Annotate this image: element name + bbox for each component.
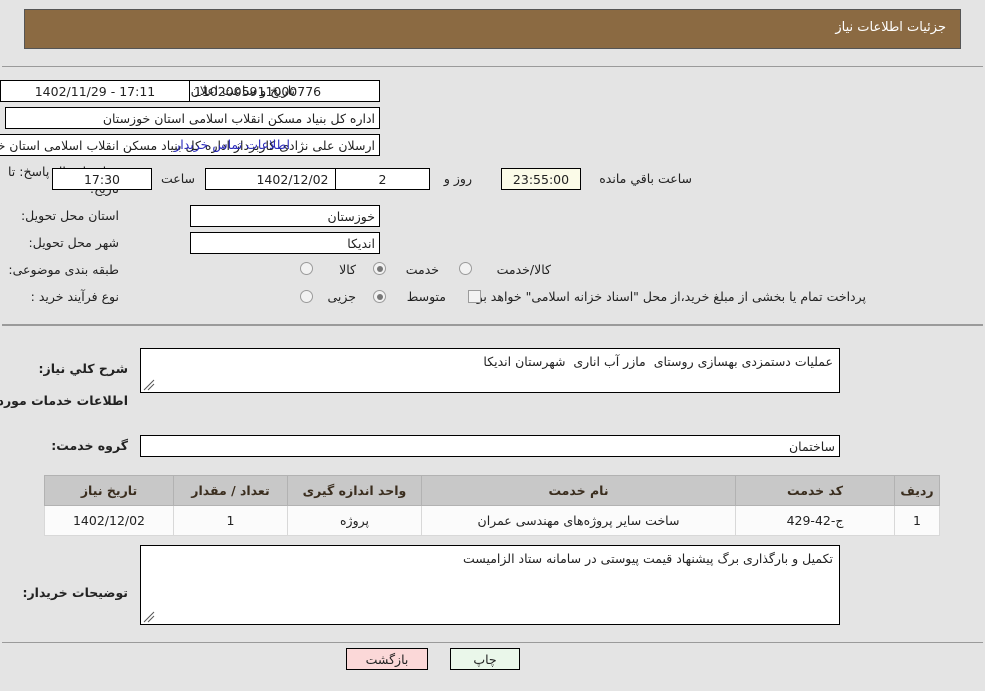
col-unit: واحد اندازه گیری — [287, 475, 422, 506]
radio-category-goods-label: کالا — [339, 262, 356, 277]
radio-category-goods[interactable] — [300, 262, 313, 275]
treasury-bonds-checkbox[interactable] — [468, 290, 481, 303]
cell-service-name: ساخت سایر پروژه‌های مهندسی عمران — [421, 505, 736, 536]
cell-quantity: 1 — [173, 505, 288, 536]
page-title: جزئیات اطلاعات نیاز — [835, 20, 946, 35]
deadline-time-field[interactable]: 17:30 — [52, 168, 152, 190]
need-description-textarea[interactable]: عملیات دستمزدی بهسازی روستای مازر آب انا… — [140, 348, 840, 393]
radio-process-minor[interactable] — [300, 290, 313, 303]
print-button[interactable]: چاپ — [450, 648, 520, 670]
radio-process-minor-label: جزیی — [327, 289, 356, 304]
days-label: روز و — [443, 171, 472, 186]
resize-grip-icon[interactable] — [143, 611, 155, 623]
delivery-province-label: استان محل تحویل: — [20, 208, 119, 223]
col-service-code: کد خدمت — [735, 475, 895, 506]
countdown-field: 23:55:00 — [501, 168, 581, 190]
cell-service-code: ج-42-429 — [735, 505, 895, 536]
need-info-panel — [2, 66, 983, 325]
cell-unit: پروژه — [287, 505, 422, 536]
buyer-org-field[interactable]: اداره کل بنیاد مسکن انقلاب اسلامی استان … — [5, 107, 380, 129]
need-description-label: شرح کلي نیاز: — [38, 361, 128, 376]
purchase-process-label: نوع فرآیند خرید : — [30, 289, 119, 304]
service-group-label: گروه خدمت: — [51, 438, 128, 453]
radio-category-service-label: خدمت — [405, 262, 439, 277]
page-root: AriaTender.net جزئیات اطلاعات نیاز شماره… — [0, 0, 985, 691]
delivery-city-field[interactable]: اندیکا — [190, 232, 380, 254]
services-table: ردیف کد خدمت نام خدمت واحد اندازه گیری ت… — [44, 475, 940, 536]
cell-need-date: 1402/12/02 — [44, 505, 174, 536]
col-service-name: نام خدمت — [421, 475, 736, 506]
radio-category-goods-service[interactable] — [459, 262, 472, 275]
remaining-hours-label: ساعت باقي مانده — [599, 171, 692, 186]
radio-category-goods-service-label: کالا/خدمت — [496, 262, 551, 277]
page-header-bar: جزئیات اطلاعات نیاز — [24, 9, 961, 49]
treasury-bonds-label: پرداخت تمام یا بخشی از مبلغ خرید،از محل … — [467, 289, 866, 304]
services-section-title: اطلاعات خدمات مورد نیاز — [0, 393, 128, 408]
table-header-row: ردیف کد خدمت نام خدمت واحد اندازه گیری ت… — [44, 475, 940, 506]
resize-grip-icon[interactable] — [143, 379, 155, 391]
buyer-notes-label: توضیحات خریدار: — [22, 585, 128, 600]
deadline-time-label: ساعت — [160, 171, 195, 186]
buyer-contact-link[interactable]: اطلاعات تماس خریدار — [174, 137, 290, 152]
radio-process-medium[interactable] — [373, 290, 386, 303]
radio-process-medium-label: متوسط — [406, 289, 446, 304]
buyer-notes-textarea[interactable]: تکمیل و بارگذاری برگ پیشنهاد قیمت پیوستی… — [140, 545, 840, 625]
announce-datetime-field[interactable]: 17:11 - 1402/11/29 — [0, 80, 190, 102]
delivery-province-field[interactable]: خوزستان — [190, 205, 380, 227]
radio-category-service[interactable] — [373, 262, 386, 275]
service-group-field[interactable]: ساختمان — [140, 435, 840, 457]
col-row-number: ردیف — [894, 475, 940, 506]
subject-category-label: طبقه بندی موضوعی: — [8, 262, 119, 277]
delivery-city-label: شهر محل تحویل: — [28, 235, 119, 250]
cell-row-number: 1 — [894, 505, 940, 536]
col-need-date: تاریخ نیاز — [44, 475, 174, 506]
table-row: 1 ج-42-429 ساخت سایر پروژه‌های مهندسی عم… — [44, 505, 940, 536]
remaining-days-field: 2 — [335, 168, 430, 190]
col-quantity: تعداد / مقدار — [173, 475, 288, 506]
back-button[interactable]: بازگشت — [346, 648, 428, 670]
